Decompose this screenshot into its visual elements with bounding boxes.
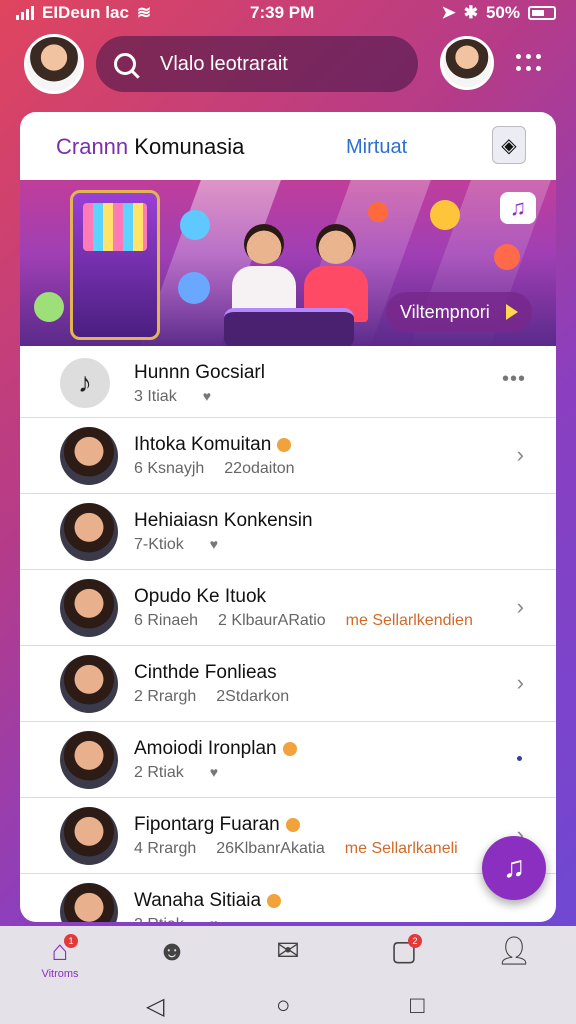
- member-name: Fipontarg Fuaran: [134, 814, 300, 836]
- play-icon: [506, 304, 518, 320]
- status-bar: EIDeun lac ≋ 7:39 PM ➤ ✱ 50%: [0, 0, 576, 26]
- card-title: Crannn Komunasia: [56, 134, 244, 160]
- kid-girl-left: [232, 224, 296, 322]
- card-header: Crannn Komunasia Mirtuat ◈: [20, 112, 556, 180]
- verified-badge-icon: [285, 817, 300, 832]
- nav-home-label: Vitroms: [41, 968, 79, 980]
- search-text: Vlalo leotrarait: [160, 52, 288, 75]
- member-name: Opudo Ke Ituok: [134, 586, 267, 607]
- home-badge: 1: [64, 934, 78, 948]
- list-item-name: Hunnn Gocsiarl: [134, 362, 265, 383]
- list-item-member[interactable]: Cinthde Fonlieas 2 Rrargh 2Stdarkon ›: [20, 646, 556, 722]
- bluetooth-icon: ✱: [463, 3, 478, 22]
- member-avatar: [60, 579, 118, 637]
- chat-icon: ▢: [390, 935, 418, 966]
- arcade-machine-image: [70, 190, 160, 340]
- member-name: Wanaha Sitiaia: [134, 890, 282, 912]
- member-name: Cinthde Fonlieas: [134, 662, 277, 683]
- card-title-accent: Crannn: [56, 134, 129, 159]
- member-avatar: [60, 807, 118, 865]
- verified-badge-icon: [267, 893, 282, 908]
- nav-mail[interactable]: ✉: [258, 934, 318, 982]
- member-subtitle: 2 Rtiak♥: [134, 764, 219, 781]
- chevron-right-icon[interactable]: ›: [517, 594, 524, 620]
- member-subtitle: 2 Rtiak♥: [134, 916, 238, 922]
- chevron-right-icon[interactable]: ›: [517, 442, 524, 468]
- location-icon: ➤: [441, 3, 456, 22]
- community-card: Crannn Komunasia Mirtuat ◈ ♫ Viltempnori…: [20, 112, 556, 922]
- member-list: ♪ Hunnn Gocsiarl 3 Itiak ♥ ••• Ihtoka Kom…: [20, 346, 556, 922]
- banner-cta-label: Viltempnori: [400, 301, 490, 322]
- heart-icon: ♥: [210, 916, 218, 922]
- heart-icon: ♥: [202, 388, 211, 404]
- member-name: Hehiaiasn Konkensin: [134, 510, 313, 531]
- member-subtitle: 7-Ktiok ♥: [134, 536, 219, 553]
- music-fab-button[interactable]: ♫: [482, 836, 546, 900]
- person-icon: 👤︎: [496, 935, 532, 966]
- back-icon[interactable]: ◁: [146, 992, 164, 1021]
- list-item-member[interactable]: Ihtoka Komuitan 6 Ksnayjh 22odaiton ›: [20, 418, 556, 494]
- banner-cta-button[interactable]: Viltempnori: [386, 292, 532, 332]
- search-bar[interactable]: Vlalo leotrarait: [96, 36, 418, 92]
- carrier-label: EIDeun lac: [42, 3, 129, 22]
- member-name: Amoiodi Ironplan: [134, 738, 297, 760]
- friends-icon: ☻: [157, 935, 187, 966]
- grid-menu-icon[interactable]: [514, 52, 544, 78]
- member-avatar: [60, 731, 118, 789]
- list-item-member[interactable]: Hehiaiasn Konkensin 7-Ktiok ♥: [20, 494, 556, 570]
- list-item-music[interactable]: ♪ Hunnn Gocsiarl 3 Itiak ♥ •••: [20, 346, 556, 418]
- member-avatar: [60, 503, 118, 561]
- unread-dot: [517, 756, 522, 761]
- verified-badge-icon: [277, 437, 292, 452]
- list-item-member[interactable]: Opudo Ke Ituok 6 Rinaeh 2 KlbaurARatio me S…: [20, 570, 556, 646]
- verified-badge-icon: [282, 741, 297, 756]
- friend-avatar[interactable]: [440, 36, 494, 90]
- home-circle-icon[interactable]: ○: [276, 992, 291, 1020]
- kid-girl-right: [304, 224, 368, 322]
- more-icon[interactable]: •••: [502, 368, 526, 391]
- member-avatar: [60, 427, 118, 485]
- heart-icon: ♥: [209, 764, 219, 780]
- nav-profile[interactable]: 👤︎: [484, 934, 544, 982]
- battery-icon: [528, 6, 556, 20]
- game-table: [224, 308, 354, 346]
- home-icon: ⌂: [51, 935, 69, 966]
- bottom-nav: ⌂ Vitroms 1 ☻ ✉ ▢ 2 👤︎: [0, 926, 576, 986]
- member-subtitle: 4 Rrargh 26KlbanrAkatia me Sellarlkaneli: [134, 840, 458, 857]
- member-subtitle: 6 Ksnayjh 22odaiton: [134, 460, 295, 477]
- system-nav-bar: ◁ ○ □: [0, 986, 576, 1024]
- member-avatar: [60, 883, 118, 922]
- nav-messages[interactable]: ▢ 2: [374, 934, 434, 982]
- nav-friends[interactable]: ☻: [142, 934, 202, 982]
- nav-home[interactable]: ⌂ Vitroms 1: [30, 934, 90, 982]
- music-note-icon: ♪: [60, 358, 110, 408]
- tab-virtual[interactable]: Mirtuat: [346, 136, 407, 159]
- list-item-member[interactable]: Wanaha Sitiaia 2 Rtiak♥: [20, 874, 556, 922]
- messages-badge: 2: [408, 934, 422, 948]
- recents-icon[interactable]: □: [410, 992, 425, 1020]
- profile-avatar[interactable]: [24, 34, 84, 94]
- signal-icon: [16, 6, 34, 20]
- mail-icon: ✉: [276, 935, 300, 966]
- chevron-right-icon[interactable]: ›: [517, 670, 524, 696]
- status-time: 7:39 PM: [250, 3, 315, 22]
- wifi-icon: ≋: [136, 3, 152, 22]
- member-name: Ihtoka Komuitan: [134, 434, 292, 456]
- list-item-sub: 3 Itiak ♥: [134, 388, 211, 405]
- card-title-main: Komunasia: [134, 134, 245, 159]
- heart-icon: ♥: [209, 536, 219, 552]
- member-avatar: [60, 655, 118, 713]
- battery-percent: 50%: [485, 3, 520, 22]
- list-item-member[interactable]: Fipontarg Fuaran 4 Rrargh 26KlbanrAkatia me…: [20, 798, 556, 874]
- member-subtitle: 6 Rinaeh 2 KlbaurARatio me Sellarlkendien: [134, 612, 473, 629]
- list-item-member[interactable]: Amoiodi Ironplan 2 Rtiak ♥: [20, 722, 556, 798]
- member-subtitle: 2 Rrargh 2Stdarkon: [134, 688, 290, 705]
- promo-banner[interactable]: ♫ Viltempnori: [20, 180, 556, 346]
- search-icon: [114, 53, 136, 75]
- music-note-icon[interactable]: ♫: [500, 192, 536, 224]
- bookmark-icon[interactable]: ◈: [492, 126, 526, 164]
